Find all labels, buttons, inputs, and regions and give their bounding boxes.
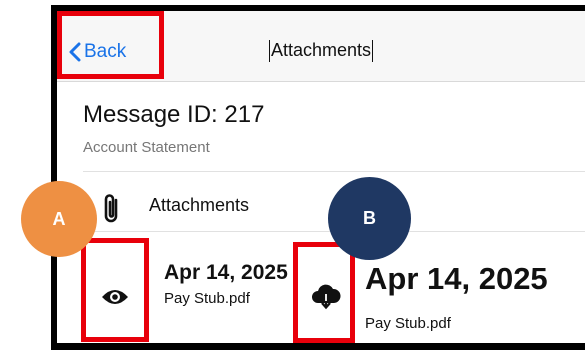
message-id: Message ID: 217 <box>83 101 265 128</box>
paperclip-icon <box>99 192 123 231</box>
highlight-back-button <box>57 11 164 79</box>
attachment-date: Apr 14, 2025 <box>164 261 288 284</box>
highlight-download-button <box>293 242 355 343</box>
text-cursor <box>372 40 374 63</box>
attachment-filename[interactable]: Pay Stub.pdf <box>365 315 451 332</box>
highlight-view-button <box>81 238 149 342</box>
attachment-date: Apr 14, 2025 <box>365 261 548 296</box>
text-cursor <box>268 40 270 63</box>
attachment-filename[interactable]: Pay Stub.pdf <box>164 290 250 307</box>
page-title-text: Attachments <box>270 40 372 60</box>
annotation-badge-a: A <box>21 181 97 257</box>
divider <box>83 171 585 172</box>
message-subject: Account Statement <box>83 139 210 156</box>
annotation-badge-b: B <box>328 177 411 260</box>
attachments-header: Attachments <box>149 195 250 215</box>
